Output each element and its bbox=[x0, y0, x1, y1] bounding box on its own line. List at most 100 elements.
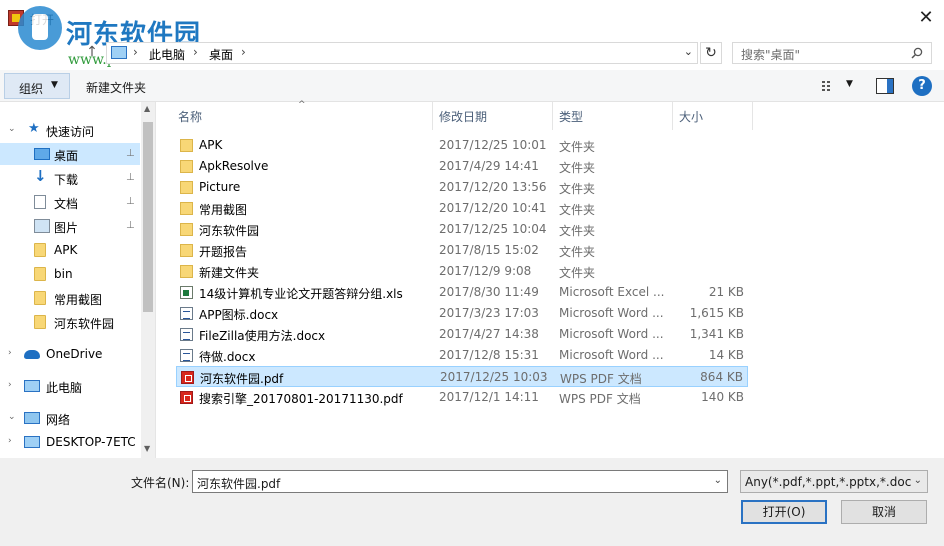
view-list-icon bbox=[822, 81, 830, 91]
breadcrumb-desktop[interactable]: 桌面 bbox=[209, 46, 233, 63]
pin-icon[interactable]: ⊥ bbox=[126, 148, 135, 159]
breadcrumb-separator[interactable]: › bbox=[193, 45, 198, 59]
nav-item[interactable]: ↓ 下载 ⊥ bbox=[0, 167, 140, 189]
column-header-date[interactable]: 修改日期 bbox=[439, 108, 487, 132]
file-row[interactable]: 搜索引擎_20170801-20171130.pdf 2017/12/1 14:1… bbox=[176, 387, 748, 408]
file-name: 待做.docx bbox=[199, 350, 256, 364]
file-row[interactable]: APK 2017/12/25 10:01 文件夹 bbox=[176, 135, 748, 156]
file-row[interactable]: 待做.docx 2017/12/8 15:31 Microsoft Word ...… bbox=[176, 345, 748, 366]
file-name: 开题报告 bbox=[199, 245, 248, 259]
column-header-type[interactable]: 类型 bbox=[559, 108, 583, 132]
file-size: 21 KB bbox=[708, 285, 744, 299]
file-modified-date: 2017/12/25 10:01 bbox=[439, 138, 547, 152]
title-bar: 打开 河东软件园 www.pc0359.cn ✕ bbox=[0, 0, 944, 68]
file-modified-date: 2017/12/8 15:31 bbox=[439, 348, 539, 362]
up-arrow-icon[interactable]: ↑ bbox=[82, 44, 102, 62]
nav-item[interactable]: 桌面 ⊥ bbox=[0, 143, 140, 165]
search-icon[interactable] bbox=[911, 47, 923, 59]
folder-icon bbox=[180, 181, 193, 194]
file-row[interactable]: 河东软件园 2017/12/25 10:04 文件夹 bbox=[176, 219, 748, 240]
breadcrumb-separator[interactable]: › bbox=[241, 45, 246, 59]
filename-input[interactable]: 河东软件园.pdf ⌄ bbox=[192, 470, 728, 493]
pin-icon[interactable]: ⊥ bbox=[126, 172, 135, 183]
help-icon[interactable]: ? bbox=[912, 76, 932, 96]
file-row[interactable]: 常用截图 2017/12/20 10:41 文件夹 bbox=[176, 198, 748, 219]
file-row[interactable]: 新建文件夹 2017/12/9 9:08 文件夹 bbox=[176, 261, 748, 282]
nav-expander-icon[interactable]: ⌄ bbox=[8, 124, 16, 134]
nav-scroll-thumb[interactable] bbox=[143, 122, 153, 312]
view-options-button[interactable]: ▼ bbox=[820, 78, 858, 94]
search-input[interactable]: 搜索"桌面" bbox=[732, 42, 932, 64]
excel-file-icon bbox=[180, 286, 193, 299]
column-divider[interactable] bbox=[432, 102, 433, 130]
cancel-button[interactable]: 取消 bbox=[841, 500, 927, 524]
network-icon bbox=[24, 412, 40, 424]
nav-item[interactable]: ⌄ 网络 bbox=[0, 407, 140, 429]
nav-item[interactable]: bin bbox=[0, 263, 140, 285]
nav-item[interactable]: ⌄ ★ 快速访问 bbox=[0, 119, 140, 141]
computer-icon bbox=[111, 46, 127, 59]
file-row[interactable]: FileZilla使用方法.docx 2017/4/27 14:38 Microso… bbox=[176, 324, 748, 345]
nav-item[interactable]: 文档 ⊥ bbox=[0, 191, 140, 213]
chevron-down-icon[interactable]: ⌄ bbox=[914, 475, 922, 486]
dialog-footer: 文件名(N): 河东软件园.pdf ⌄ Any(*.pdf,*.ppt,*.pp… bbox=[0, 458, 944, 546]
nav-item[interactable]: 河东软件园 bbox=[0, 311, 140, 333]
pc-icon bbox=[24, 380, 40, 392]
nav-item[interactable]: › DESKTOP-7ETC bbox=[0, 431, 140, 453]
download-icon: ↓ bbox=[34, 167, 47, 185]
file-type-filter-select[interactable]: Any(*.pdf,*.ppt,*.pptx,*.doc,*.docx,*.xl… bbox=[740, 470, 928, 493]
nav-item[interactable]: › OneDrive bbox=[0, 343, 140, 365]
scroll-down-icon[interactable]: ▼ bbox=[144, 444, 150, 453]
file-type: 文件夹 bbox=[559, 245, 596, 259]
nav-item-label: 网络 bbox=[46, 413, 71, 427]
file-row[interactable]: 开题报告 2017/8/15 15:02 文件夹 bbox=[176, 240, 748, 261]
column-divider[interactable] bbox=[752, 102, 753, 130]
desktop-icon bbox=[34, 148, 50, 160]
file-row[interactable]: APP图标.docx 2017/3/23 17:03 Microsoft Word … bbox=[176, 303, 748, 324]
nav-scrollbar[interactable]: ▲ ▼ bbox=[141, 102, 155, 458]
pin-icon[interactable]: ⊥ bbox=[126, 196, 135, 207]
organize-button[interactable]: 组织 ▼ bbox=[4, 73, 70, 99]
preview-pane-button[interactable] bbox=[876, 78, 894, 94]
chevron-down-icon[interactable]: ⌄ bbox=[714, 475, 722, 486]
word-file-icon bbox=[180, 307, 193, 320]
breadcrumb-separator[interactable]: › bbox=[133, 45, 138, 59]
file-row[interactable]: 14级计算机专业论文开题答辩分组.xls 2017/8/30 11:49 Micro… bbox=[176, 282, 748, 303]
refresh-button[interactable]: ↻ bbox=[700, 42, 722, 64]
file-type: WPS PDF 文档 bbox=[559, 392, 641, 406]
column-divider[interactable] bbox=[552, 102, 553, 130]
nav-item[interactable]: › 此电脑 bbox=[0, 375, 140, 397]
column-header-size[interactable]: 大小 bbox=[679, 108, 703, 132]
file-row[interactable]: Picture 2017/12/20 13:56 文件夹 bbox=[176, 177, 748, 198]
nav-item-label: 此电脑 bbox=[46, 381, 83, 395]
address-bar[interactable]: › 此电脑 › 桌面 › ⌄ bbox=[106, 42, 698, 64]
open-button[interactable]: 打开(O) bbox=[741, 500, 827, 524]
file-name: FileZilla使用方法.docx bbox=[199, 329, 326, 343]
file-row[interactable]: ApkResolve 2017/4/29 14:41 文件夹 bbox=[176, 156, 748, 177]
file-row[interactable]: 河东软件园.pdf 2017/12/25 10:03 WPS PDF 文档 864 K… bbox=[176, 366, 748, 387]
folder-icon bbox=[34, 315, 46, 329]
folder-icon bbox=[180, 223, 193, 236]
file-modified-date: 2017/12/20 10:41 bbox=[439, 201, 547, 215]
nav-item[interactable]: 图片 ⊥ bbox=[0, 215, 140, 237]
file-name: 搜索引擎_20170801-20171130.pdf bbox=[199, 392, 403, 406]
nav-item[interactable]: 常用截图 bbox=[0, 287, 140, 309]
nav-expander-icon[interactable]: › bbox=[8, 436, 12, 446]
scroll-up-icon[interactable]: ▲ bbox=[144, 104, 150, 113]
column-divider[interactable] bbox=[672, 102, 673, 130]
nav-expander-icon[interactable]: › bbox=[8, 348, 12, 358]
file-modified-date: 2017/12/25 10:04 bbox=[439, 222, 547, 236]
search-placeholder: 搜索"桌面" bbox=[741, 48, 801, 62]
filename-value[interactable]: 河东软件园.pdf bbox=[197, 475, 280, 492]
close-button[interactable]: ✕ bbox=[914, 6, 938, 30]
file-type: 文件夹 bbox=[559, 161, 596, 175]
breadcrumb-this-pc[interactable]: 此电脑 bbox=[149, 46, 185, 63]
pin-icon[interactable]: ⊥ bbox=[126, 220, 135, 231]
nav-expander-icon[interactable]: ⌄ bbox=[8, 412, 16, 422]
nav-item[interactable]: APK bbox=[0, 239, 140, 261]
new-folder-button[interactable]: 新建文件夹 bbox=[86, 79, 146, 96]
nav-expander-icon[interactable]: › bbox=[8, 380, 12, 390]
folder-icon bbox=[34, 267, 46, 281]
address-dropdown-icon[interactable]: ⌄ bbox=[684, 45, 693, 58]
column-header-name[interactable]: 名称 bbox=[178, 108, 202, 132]
